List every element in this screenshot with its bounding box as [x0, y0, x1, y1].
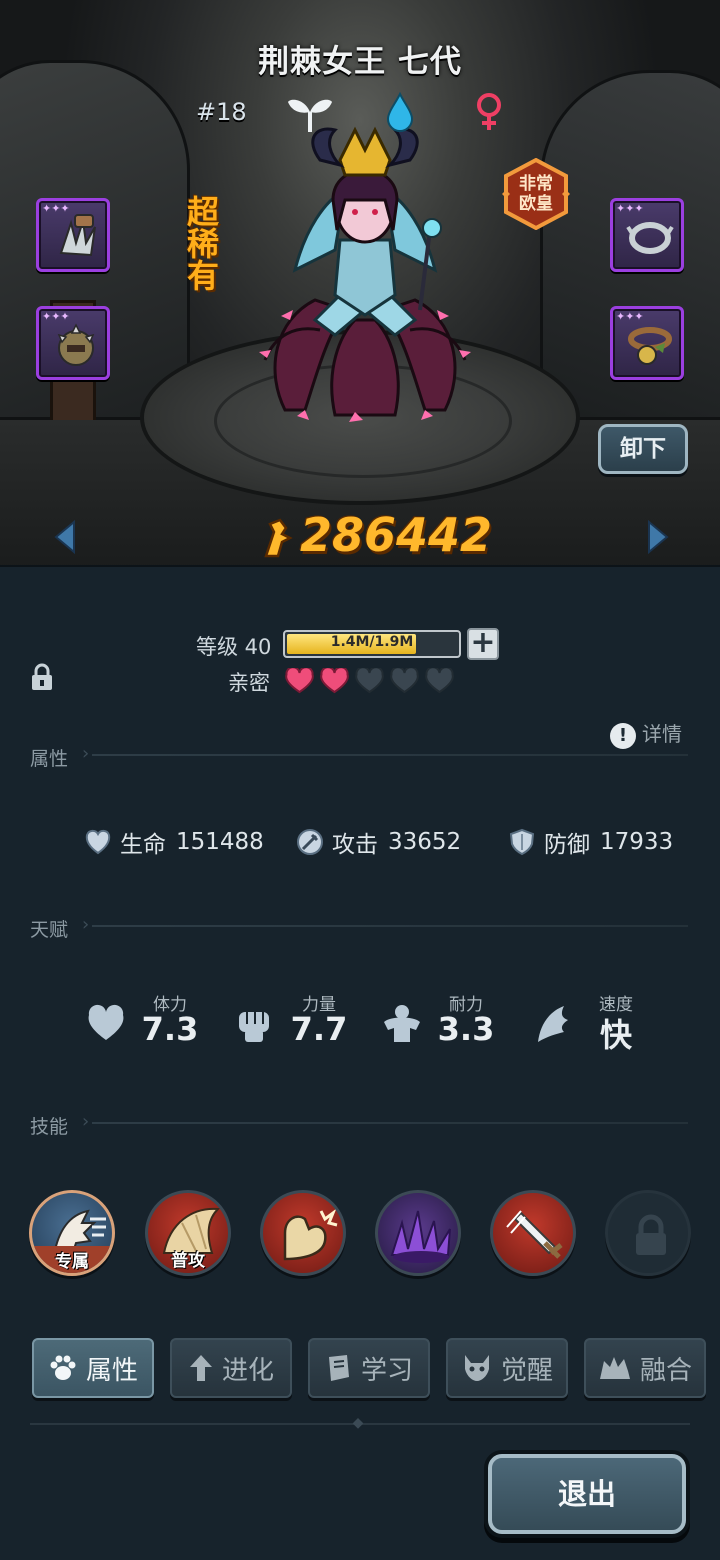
ring-icon: [626, 222, 674, 254]
details-button[interactable]: ! 详情: [610, 718, 682, 749]
tab-fuse[interactable]: 融合: [584, 1338, 706, 1398]
tab-label: 进化: [221, 1355, 274, 1386]
xp-progress-text: 1.4M/1.9M: [330, 634, 414, 650]
unequip-button[interactable]: 卸下: [598, 424, 688, 474]
shield-icon: [509, 828, 535, 856]
attribute-value: 17933: [600, 829, 674, 855]
female-icon: [477, 93, 501, 130]
book-icon: [328, 1355, 349, 1381]
claw-gauntlet-icon: [59, 214, 96, 257]
talent-value: 7.3: [141, 1010, 199, 1048]
lock-toggle-icon[interactable]: [30, 662, 54, 692]
section-title-skills: 技能: [30, 1116, 69, 1138]
attribute-attack: 攻击 33652: [296, 824, 461, 860]
tab-attributes[interactable]: 属性: [32, 1338, 154, 1398]
attribute-label: 生命: [120, 832, 166, 858]
attribute-label: 防御: [544, 832, 590, 858]
tab-learn[interactable]: 学习: [308, 1338, 430, 1398]
talent-value: 7.7: [290, 1010, 348, 1048]
talent-speed: 速度 快: [530, 990, 650, 1060]
heart-empty-icon: [425, 666, 454, 694]
tab-label: 融合: [639, 1355, 692, 1386]
talent-value: 快: [599, 1016, 632, 1054]
attribute-label: 攻击: [332, 832, 378, 858]
sword-icon: [297, 829, 323, 855]
heart-filled-icon: [320, 666, 349, 694]
combat-power: 286442: [260, 508, 492, 564]
skill-label: 普攻: [171, 1251, 205, 1271]
info-icon: !: [610, 722, 636, 749]
prev-hero-arrow-icon[interactable]: [52, 520, 78, 554]
hero-character-image[interactable]: [245, 120, 485, 430]
xp-progress-bar: 1.4M/1.9M: [283, 630, 461, 658]
power-fist-icon: [264, 518, 293, 558]
demon-icon: [464, 1355, 489, 1381]
heart-empty-icon: [390, 666, 419, 694]
fusion-icon: [599, 1357, 630, 1379]
talent-strength: 力量 7.7: [233, 990, 353, 1060]
heart-icon: [88, 1004, 124, 1040]
wing-icon: [538, 1006, 568, 1042]
water-drop-icon: [386, 92, 414, 132]
hero-number: #18: [196, 98, 247, 126]
attribute-defense: 防御 17933: [508, 824, 673, 860]
tab-label: 属性: [85, 1355, 138, 1386]
attribute-value: 151488: [176, 829, 264, 855]
skill-power-up[interactable]: [260, 1190, 346, 1276]
attribute-hp: 生命 151488: [84, 824, 264, 860]
arrow-up-icon: [189, 1355, 212, 1381]
hero-info-panel: [0, 565, 720, 1560]
talent-endurance: 耐力 3.3: [380, 990, 500, 1060]
equip-slot-collar[interactable]: ✦✦✦: [610, 306, 684, 380]
section-divider: [92, 925, 688, 927]
equip-slot-accessory[interactable]: ✦✦✦: [610, 198, 684, 272]
section-divider: [92, 754, 688, 756]
spiked-helmet-icon: [57, 323, 95, 366]
paw-icon: [50, 1355, 76, 1380]
equip-slot-armor[interactable]: ✦✦✦: [36, 306, 110, 380]
level-up-button[interactable]: +: [467, 628, 499, 660]
tab-label: 学习: [360, 1355, 413, 1386]
luck-badge-text: 非常 欧皇: [519, 174, 553, 214]
attribute-value: 33652: [388, 829, 462, 855]
skill-broken-sword[interactable]: [490, 1190, 576, 1276]
talent-stamina: 体力 7.3: [84, 990, 204, 1060]
chevron-right-icon: ›: [82, 743, 90, 764]
fist-icon: [239, 1012, 269, 1042]
level-label: 等级 40: [196, 635, 272, 659]
tab-awaken[interactable]: 觉醒: [446, 1338, 568, 1398]
skill-normal-attack[interactable]: 普攻: [145, 1190, 231, 1276]
intimacy-hearts: [284, 666, 459, 698]
exit-button[interactable]: 退出: [488, 1454, 686, 1534]
hero-scene: 荆棘女王 七代 #18 超稀有 非常 欧皇 ✦✦✦ ✦✦✦ ✦✦✦ ✦✦✦ 卸下…: [0, 0, 720, 565]
chevron-right-icon: ›: [82, 1111, 90, 1132]
heart-shield-icon: [85, 829, 111, 855]
sprout-icon: [288, 99, 332, 132]
combat-power-value: 286442: [300, 508, 493, 562]
equip-slot-weapon[interactable]: ✦✦✦: [36, 198, 110, 272]
luck-badge: 非常 欧皇: [500, 157, 572, 231]
heart-empty-icon: [355, 666, 384, 694]
details-label: 详情: [642, 722, 682, 746]
section-title-attributes: 属性: [30, 748, 69, 770]
skill-shadow-spikes[interactable]: [375, 1190, 461, 1276]
skill-exclusive[interactable]: 专属: [29, 1190, 115, 1276]
section-divider: [92, 1122, 688, 1124]
hero-name: 荆棘女王 七代: [258, 44, 462, 80]
next-hero-arrow-icon[interactable]: [645, 520, 671, 554]
tab-label: 觉醒: [500, 1355, 553, 1386]
intimacy-label: 亲密: [228, 671, 270, 695]
section-title-talent: 天赋: [30, 919, 69, 941]
rarity-label: 超稀有: [186, 193, 219, 295]
skill-label: 专属: [32, 1246, 112, 1273]
muscle-icon: [384, 1005, 420, 1042]
divider-ornament-icon: ◆: [352, 1415, 364, 1431]
tab-evolve[interactable]: 进化: [170, 1338, 292, 1398]
chevron-right-icon: ›: [82, 914, 90, 935]
heart-filled-icon: [285, 666, 314, 694]
bell-collar-icon: [628, 327, 672, 365]
skill-locked[interactable]: [605, 1190, 691, 1276]
talent-value: 3.3: [437, 1010, 495, 1048]
